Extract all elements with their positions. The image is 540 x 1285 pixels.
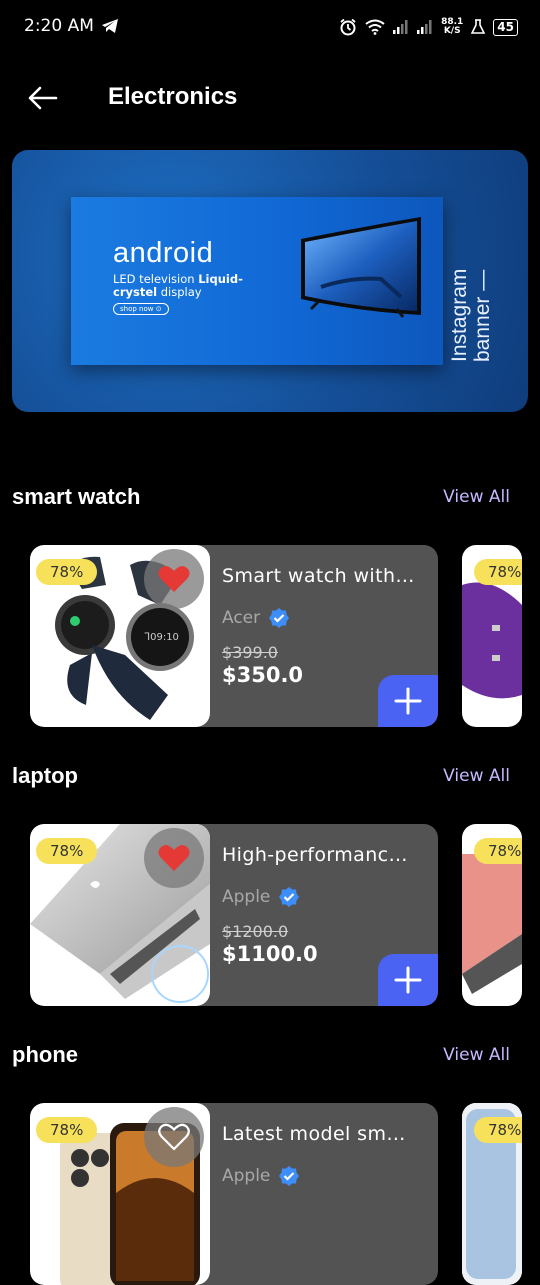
- status-bar: 2:20 AM 88.1 K/S 45: [0, 0, 540, 56]
- page-title: Electronics: [108, 83, 238, 110]
- plus-icon: [394, 687, 422, 715]
- product-brand-label: Apple: [222, 1166, 271, 1186]
- product-card-smart-watch[interactable]: ᒣ09:10 78% Smart watch with… Acer $399.0…: [30, 545, 438, 727]
- plus-icon: [394, 966, 422, 994]
- favorite-button[interactable]: [144, 828, 204, 888]
- banner-brand: android: [113, 237, 214, 269]
- banner-description: LED television Liquid-crystel display: [113, 273, 283, 299]
- product-brand: Apple: [222, 1165, 300, 1187]
- product-image: 78%: [30, 824, 210, 1006]
- status-icons: 88.1 K/S 45: [339, 16, 518, 38]
- favorite-button[interactable]: [144, 1107, 204, 1167]
- product-name: Smart watch with…: [222, 565, 415, 587]
- net-speed: 88.1 K/S: [441, 18, 463, 36]
- flask-icon: [471, 19, 486, 34]
- back-button[interactable]: [22, 78, 62, 118]
- net-speed-unit: K/S: [443, 26, 461, 36]
- product-card-peek-laptop[interactable]: 78%: [462, 824, 522, 1006]
- product-image: 78%: [30, 1103, 210, 1285]
- view-all-phone[interactable]: View All: [443, 1045, 510, 1065]
- view-all-laptop[interactable]: View All: [443, 766, 510, 786]
- product-card-phone[interactable]: 78% Latest model sm… Apple: [30, 1103, 438, 1285]
- product-old-price: $399.0: [222, 643, 278, 662]
- favorite-button[interactable]: [144, 549, 204, 609]
- discount-badge: 78%: [474, 559, 522, 585]
- product-price: $350.0: [222, 663, 304, 687]
- banner-desc-bold1: Liquid-: [198, 272, 243, 286]
- status-time: 2:20 AM: [24, 16, 94, 36]
- section-title-smart-watch: smart watch: [12, 484, 141, 509]
- heart-outline-icon: [158, 1123, 190, 1151]
- discount-badge: 78%: [474, 1117, 522, 1143]
- discount-badge: 78%: [36, 559, 98, 585]
- promo-banner[interactable]: android LED television Liquid-crystel di…: [12, 150, 528, 412]
- product-card-laptop[interactable]: 78% High-performanc… Apple $1200.0 $1100…: [30, 824, 438, 1006]
- telegram-icon: [102, 19, 118, 33]
- svg-text:ᒣ09:10: ᒣ09:10: [144, 632, 179, 643]
- banner-side-text: Instagram banner —: [448, 268, 494, 362]
- arrow-left-icon: [28, 86, 58, 110]
- app-bar: Electronics: [0, 72, 540, 124]
- product-card-peek-phone[interactable]: 78%: [462, 1103, 522, 1285]
- verified-icon: [269, 608, 290, 628]
- section-title-laptop: laptop: [12, 763, 78, 788]
- product-brand: Apple: [222, 886, 300, 908]
- product-brand-label: Apple: [222, 887, 271, 907]
- product-brand-label: Acer: [222, 608, 261, 628]
- banner-desc-end: display: [157, 285, 202, 299]
- discount-badge: 78%: [474, 838, 522, 864]
- battery-indicator: 45: [493, 18, 518, 36]
- heart-filled-icon: [158, 566, 190, 592]
- discount-badge: 78%: [36, 1117, 98, 1143]
- view-all-smart-watch[interactable]: View All: [443, 487, 510, 507]
- section-title-phone: phone: [12, 1042, 78, 1067]
- heart-filled-icon: [158, 845, 190, 871]
- banner-side-label: Instagram banner —: [448, 242, 528, 362]
- banner-desc-bold2: crystel: [113, 285, 158, 299]
- product-card-peek-smart-watch[interactable]: 78%: [462, 545, 522, 727]
- shop-now-label: shop now: [120, 305, 154, 313]
- shop-now-button[interactable]: shop now ⊙: [113, 303, 169, 315]
- verified-icon: [279, 1166, 300, 1186]
- verified-icon: [279, 887, 300, 907]
- tv-image: [301, 217, 421, 318]
- signal-icon-1: [393, 20, 408, 34]
- banner-desc-plain: LED television: [113, 272, 199, 286]
- product-image: ᒣ09:10 78%: [30, 545, 210, 727]
- signal-icon-2: [417, 20, 432, 34]
- discount-badge: 78%: [36, 838, 98, 864]
- product-brand: Acer: [222, 607, 290, 629]
- alarm-icon: [340, 18, 356, 36]
- product-price: $1100.0: [222, 942, 318, 966]
- add-to-cart-button[interactable]: [378, 675, 438, 727]
- banner-panel: android LED television Liquid-crystel di…: [71, 197, 443, 365]
- product-name: High-performanc…: [222, 844, 408, 866]
- wifi-icon: [365, 19, 385, 35]
- add-to-cart-button[interactable]: [378, 954, 438, 1006]
- product-name: Latest model sm…: [222, 1123, 406, 1145]
- product-old-price: $1200.0: [222, 922, 289, 941]
